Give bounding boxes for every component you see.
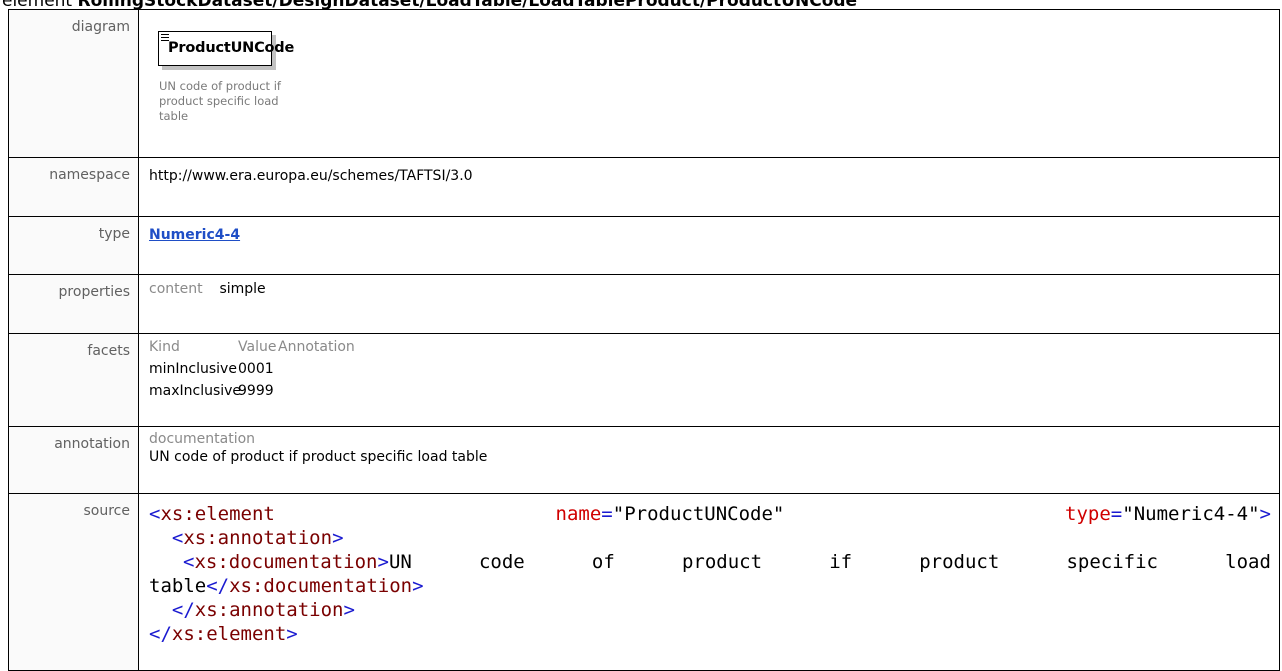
source-line: </xs:element> — [149, 623, 298, 645]
source-text: UN — [388, 551, 412, 573]
property-key: content — [149, 281, 203, 297]
annotation-sub-label: documentation — [149, 431, 256, 447]
source-line: <xs:documentation>UN code of product if … — [183, 551, 1271, 573]
facet-kind: minInclusive — [149, 361, 237, 377]
row-label: diagram — [8, 9, 139, 158]
element-doc-table: diagram ProductUNCode UN code of product… — [8, 9, 1280, 671]
facet-header-value: Value — [238, 339, 277, 355]
source-tag: xs:annotation — [183, 527, 333, 549]
row-label: facets — [8, 333, 139, 427]
facets-row: facets Kind Value Annotation minInclusiv… — [8, 333, 1280, 427]
source-attr-value: "Numeric4-4" — [1122, 503, 1260, 525]
source-text: table — [149, 575, 207, 597]
diagram-row: diagram ProductUNCode UN code of product… — [8, 9, 1280, 158]
source-attr-name: name — [555, 503, 602, 525]
type-link[interactable]: Numeric4-4 — [149, 227, 240, 243]
source-text: product — [681, 551, 763, 573]
source-line: </xs:annotation> — [171, 599, 355, 621]
source-tag: xs:documentation — [229, 575, 413, 597]
diagram-description: UN code of product if product specific l… — [159, 79, 281, 123]
source-attr-name: type — [1065, 503, 1111, 525]
source-text: if — [829, 551, 853, 573]
property-value: simple — [219, 281, 266, 297]
source-text: code — [478, 551, 525, 573]
source-row: source <xs:element name="ProductUNCode" … — [8, 493, 1280, 671]
diagram-cell: ProductUNCode UN code of product if prod… — [138, 9, 1280, 158]
properties-row: properties content simple — [8, 274, 1280, 334]
row-label: namespace — [8, 157, 139, 217]
row-label: annotation — [8, 426, 139, 494]
row-label: type — [8, 216, 139, 275]
annotation-row: annotation documentation UN code of prod… — [8, 426, 1280, 494]
source-code: <xs:element name="ProductUNCode" type="N… — [138, 493, 1280, 671]
source-line: <xs:annotation> — [171, 527, 344, 549]
source-text: product — [919, 551, 1000, 573]
source-attr-value: "ProductUNCode" — [612, 503, 785, 525]
source-tag: xs:element — [160, 503, 275, 525]
facet-value: 9999 — [238, 383, 274, 399]
properties-table: content simple — [149, 281, 1269, 297]
source-tag: xs:element — [171, 623, 287, 645]
facet-kind: maxInclusive — [149, 383, 242, 399]
diagram-element-name: ProductUNCode — [168, 40, 295, 56]
source-text: of — [591, 551, 615, 573]
source-line: table</xs:documentation> — [149, 575, 424, 597]
facets-table: Kind Value Annotation minInclusive 0001 … — [149, 339, 1269, 399]
namespace-row: namespace http://www.era.europa.eu/schem… — [8, 157, 1280, 217]
row-label: properties — [8, 274, 139, 334]
source-tag: xs:documentation — [194, 551, 378, 573]
source-text: specific — [1066, 551, 1158, 573]
source-line: <xs:element name="ProductUNCode" type="N… — [149, 503, 1271, 525]
facet-header-kind: Kind — [149, 339, 180, 355]
row-label: source — [8, 493, 139, 671]
source-text: load — [1225, 551, 1271, 573]
facet-header-annotation: Annotation — [278, 339, 355, 355]
element-diagram-box[interactable]: ProductUNCode — [158, 31, 294, 66]
facet-value: 0001 — [238, 361, 274, 377]
source-tag: xs:annotation — [194, 599, 344, 621]
namespace-value: http://www.era.europa.eu/schemes/TAFTSI/… — [138, 157, 1280, 217]
annotation-text: UN code of product if product specific l… — [149, 449, 488, 465]
type-row: type Numeric4-4 — [8, 216, 1280, 275]
